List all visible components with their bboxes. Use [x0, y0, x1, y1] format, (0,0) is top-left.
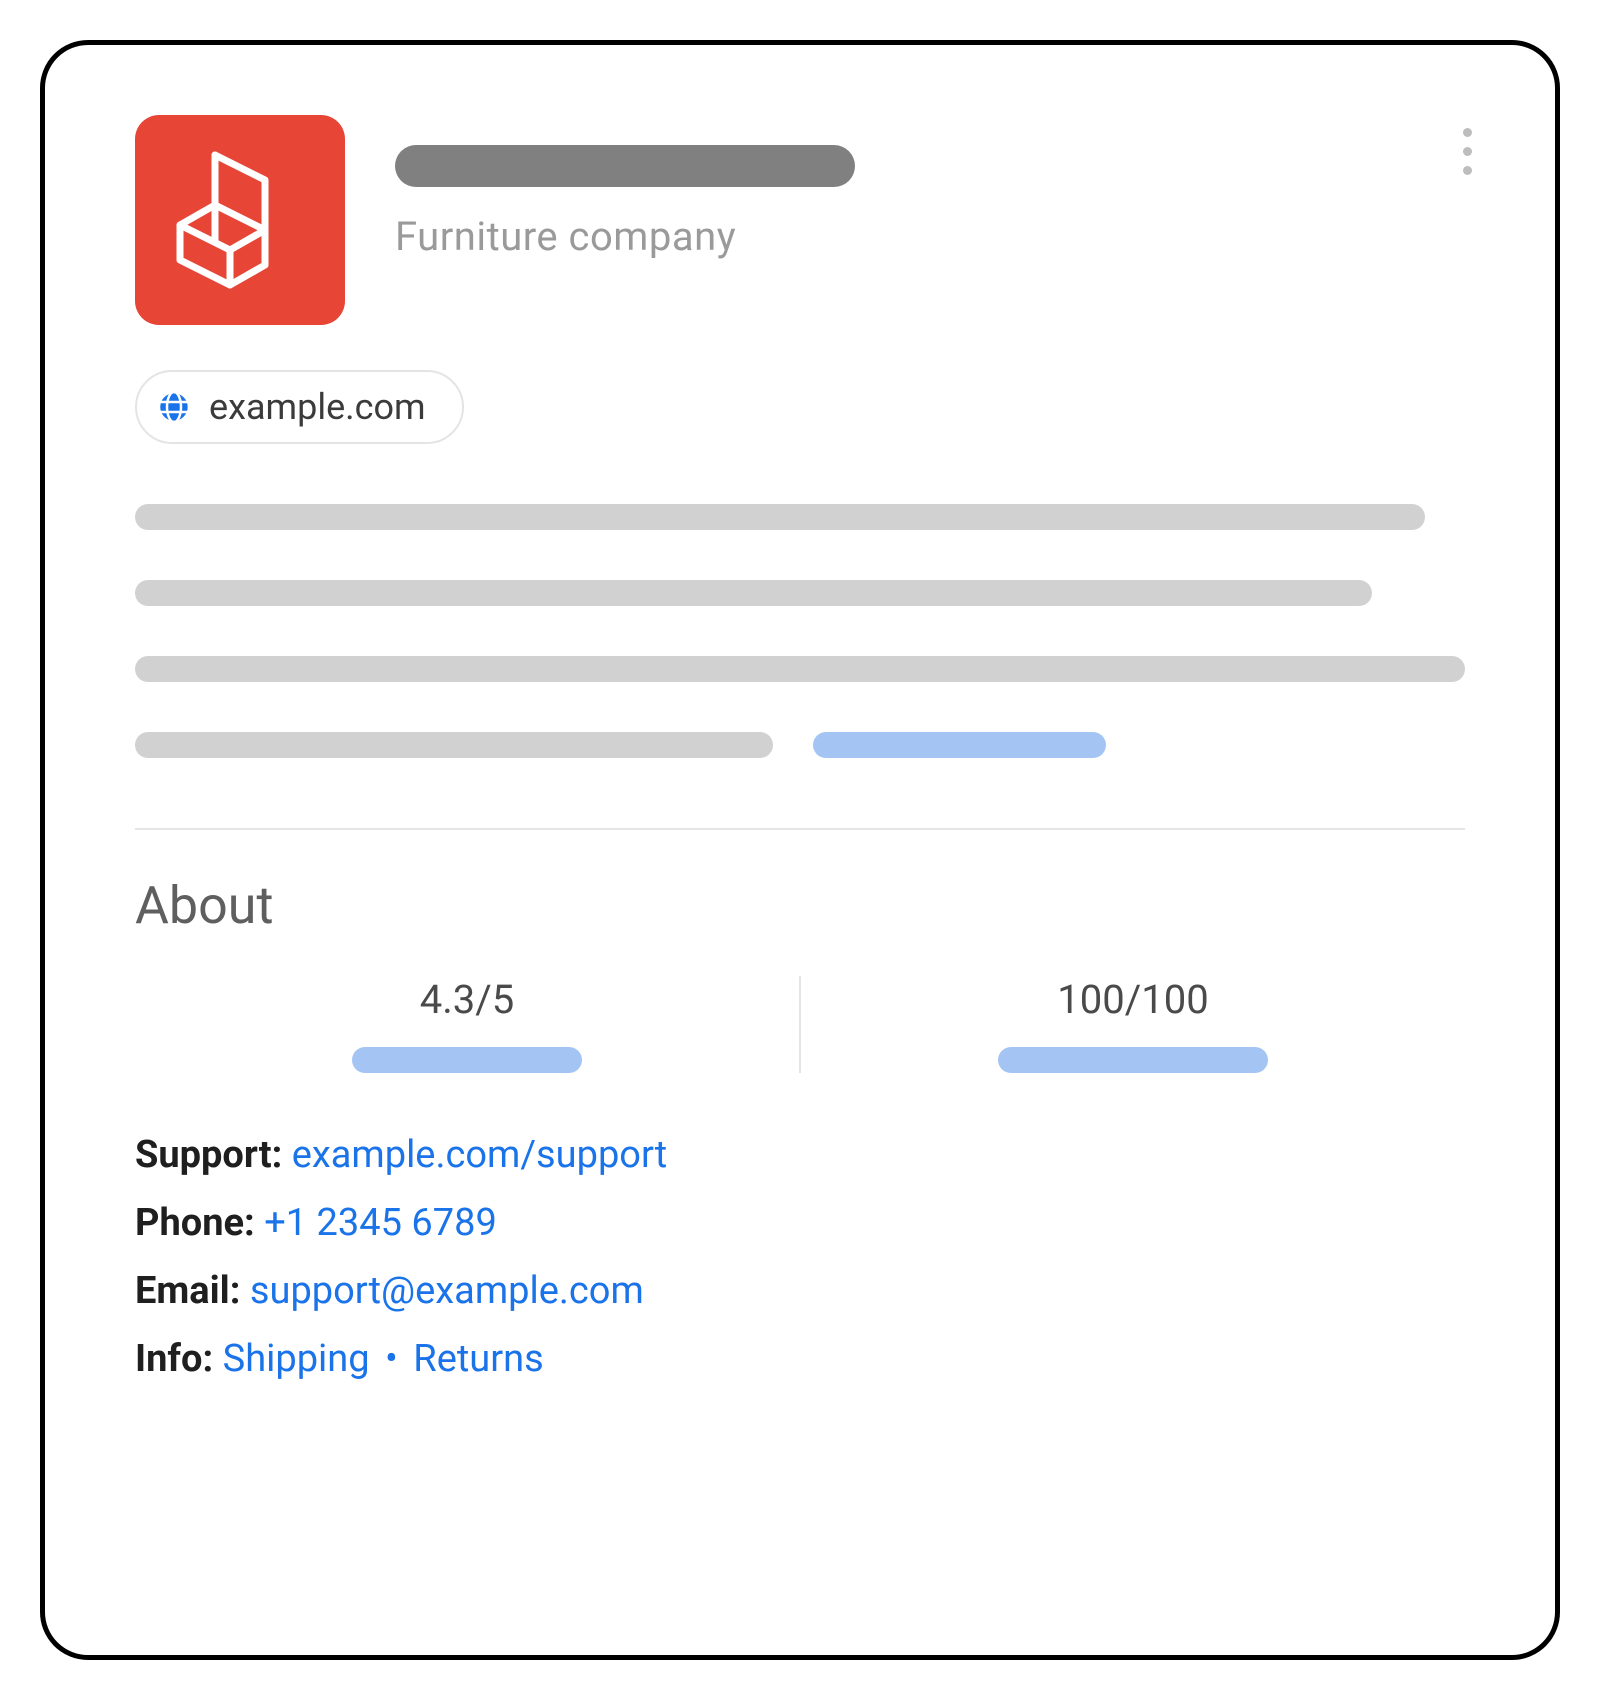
business-category: Furniture company — [395, 213, 1465, 260]
text-placeholder — [135, 580, 1372, 606]
score-label-placeholder[interactable] — [998, 1047, 1268, 1073]
text-placeholder — [135, 656, 1465, 682]
text-placeholder — [135, 732, 773, 758]
phone-link[interactable]: +1 2345 6789 — [264, 1201, 497, 1245]
returns-link[interactable]: Returns — [413, 1337, 543, 1381]
support-link[interactable]: example.com/support — [292, 1133, 667, 1177]
chair-icon — [175, 145, 305, 295]
stats-row: 4.3/5 100/100 — [135, 976, 1465, 1073]
phone-row: Phone: +1 2345 6789 — [135, 1201, 1465, 1245]
rating-label-placeholder[interactable] — [352, 1047, 582, 1073]
shipping-link[interactable]: Shipping — [223, 1337, 370, 1381]
rating-value: 4.3/5 — [420, 976, 515, 1023]
separator-bullet: • — [370, 1337, 414, 1381]
section-divider — [135, 828, 1465, 830]
email-label: Email: — [135, 1269, 250, 1313]
website-url: example.com — [209, 386, 426, 428]
info-label: Info: — [135, 1337, 223, 1381]
header-section: Furniture company — [135, 115, 1465, 325]
business-logo — [135, 115, 345, 325]
text-placeholder — [135, 504, 1425, 530]
email-row: Email: support@example.com — [135, 1269, 1465, 1313]
score-value: 100/100 — [1057, 976, 1208, 1023]
business-name-placeholder — [395, 145, 855, 187]
link-placeholder[interactable] — [813, 732, 1106, 758]
contact-list: Support: example.com/support Phone: +1 2… — [135, 1133, 1465, 1381]
support-row: Support: example.com/support — [135, 1133, 1465, 1177]
text-placeholder-row — [135, 732, 1465, 758]
phone-label: Phone: — [135, 1201, 264, 1245]
website-chip[interactable]: example.com — [135, 370, 464, 444]
support-label: Support: — [135, 1133, 292, 1177]
more-options-button[interactable] — [1455, 120, 1480, 183]
info-row: Info: Shipping • Returns — [135, 1337, 1465, 1381]
description-placeholders — [135, 504, 1465, 758]
title-block: Furniture company — [395, 115, 1465, 260]
globe-icon — [157, 390, 191, 424]
email-link[interactable]: support@example.com — [250, 1269, 644, 1313]
about-heading: About — [135, 875, 1465, 936]
score-stat: 100/100 — [801, 976, 1465, 1073]
rating-stat: 4.3/5 — [135, 976, 799, 1073]
knowledge-panel-card: Furniture company example.com About 4.3/… — [40, 40, 1560, 1660]
